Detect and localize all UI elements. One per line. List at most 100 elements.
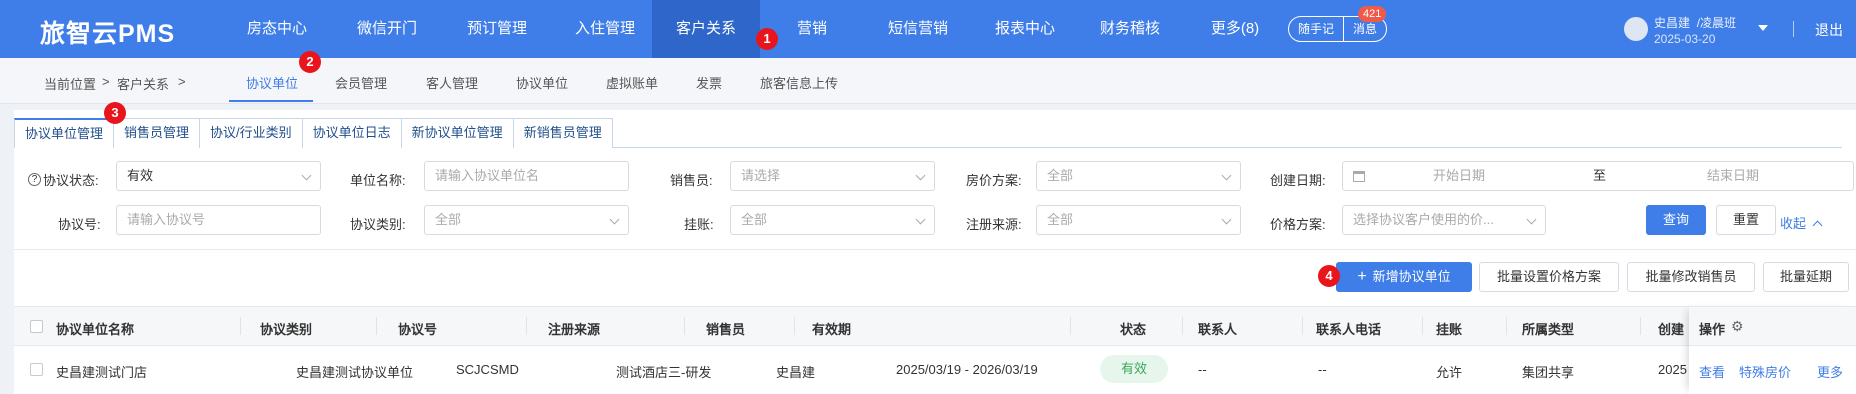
col-contact-phone[interactable]: 联系人电话 (1316, 319, 1381, 338)
status-value: 有效 (127, 168, 154, 183)
main-panel: 协议单位管理 销售员管理 协议/行业类别 协议单位日志 新协议单位管理 新销售员… (14, 110, 1856, 394)
salesperson-select[interactable]: 请选择 (730, 161, 935, 191)
user-date: 2025-03-20 (1654, 32, 1716, 46)
nav-more[interactable]: 更多(8) (1190, 0, 1280, 58)
agreement-type-value: 全部 (435, 212, 462, 227)
nav-checkin[interactable]: 入住管理 (560, 0, 650, 58)
collapse-link[interactable]: 收起 (1780, 213, 1823, 232)
add-agreement-unit-button[interactable]: + 新增协议单位 (1336, 262, 1472, 292)
tab-agreement-unit-mgmt[interactable]: 协议单位管理 (14, 118, 115, 148)
nav-finance-audit[interactable]: 财务稽核 (1085, 0, 1175, 58)
chevron-down-icon (1221, 214, 1232, 225)
nav-marketing[interactable]: 营销 (780, 0, 844, 58)
nav-reports[interactable]: 报表中心 (980, 0, 1070, 58)
tab-new-agreement-unit-mgmt[interactable]: 新协议单位管理 (400, 118, 514, 148)
price-plan-select[interactable]: 选择协议客户使用的价... (1342, 205, 1546, 235)
divider (1793, 21, 1794, 37)
status-select[interactable]: 有效 (116, 161, 321, 191)
cell-created: 2025 (1658, 362, 1687, 377)
cell-contact: -- (1198, 362, 1207, 377)
query-button[interactable]: 查询 (1646, 205, 1706, 235)
col-unit-name[interactable]: 协议单位名称 (56, 319, 134, 338)
subtab-agreement-unit-2[interactable]: 协议单位 (516, 73, 568, 92)
unit-name-label: 单位名称: (350, 173, 406, 188)
notes-button[interactable]: 随手记 (1289, 17, 1343, 41)
room-rate-value: 全部 (1047, 168, 1074, 183)
status-label: ? 协议状态: (28, 170, 99, 189)
table-header: 协议单位名称 协议类别 协议号 注册来源 销售员 有效期 状态 联系人 联系人电… (14, 306, 1856, 346)
cell-agreement-type: 史昌建测试协议单位 (296, 365, 414, 380)
nav-reservation[interactable]: 预订管理 (452, 0, 542, 58)
nav-wechat-door[interactable]: 微信开门 (342, 0, 432, 58)
col-contact[interactable]: 联系人 (1198, 319, 1237, 338)
col-salesperson[interactable]: 销售员 (706, 319, 745, 338)
select-all-checkbox[interactable] (30, 320, 43, 333)
divider (1422, 317, 1423, 335)
divider (1302, 317, 1303, 335)
breadcrumb-sep: > (102, 74, 110, 89)
batch-salesperson-button[interactable]: 批量修改销售员 (1627, 262, 1755, 292)
chevron-down-icon (915, 170, 926, 181)
marker-1: 1 (756, 28, 778, 50)
avatar[interactable] (1624, 17, 1648, 41)
room-rate-select[interactable]: 全部 (1036, 161, 1241, 191)
nav-room-status[interactable]: 房态中心 (232, 0, 322, 58)
reg-source-select[interactable]: 全部 (1036, 205, 1241, 235)
user-shift: /凌晨班 (1696, 16, 1737, 30)
more-link[interactable]: 更多 (1817, 362, 1843, 381)
chevron-down-icon (915, 214, 926, 225)
col-agreement-type[interactable]: 协议类别 (260, 319, 312, 338)
cell-belong-type: 集团共享 (1522, 365, 1575, 380)
app-logo: 旅智云PMS (40, 20, 176, 48)
chevron-down-icon (609, 214, 620, 225)
col-agreement-no[interactable]: 协议号 (398, 319, 437, 338)
cell-contact-phone: -- (1318, 362, 1327, 377)
col-created[interactable]: 创建 (1658, 319, 1684, 338)
nav-sms-marketing[interactable]: 短信营销 (870, 0, 966, 58)
end-date-placeholder: 结束日期 (1707, 168, 1760, 183)
created-date-range[interactable]: 开始日期 至 结束日期 (1342, 161, 1854, 191)
subtab-virtual-bill[interactable]: 虚拟账单 (606, 73, 658, 92)
subtab-traveler-upload[interactable]: 旅客信息上传 (760, 73, 838, 92)
view-link[interactable]: 查看 (1699, 362, 1725, 381)
batch-price-plan-button[interactable]: 批量设置价格方案 (1479, 262, 1619, 292)
chevron-down-icon[interactable] (1758, 25, 1768, 31)
collapse-label: 收起 (1780, 216, 1807, 231)
tab-new-salesperson-mgmt[interactable]: 新销售员管理 (512, 118, 613, 148)
agreement-type-select[interactable]: 全部 (424, 205, 629, 235)
reset-button[interactable]: 重置 (1716, 205, 1776, 235)
col-belong-type[interactable]: 所属类型 (1522, 319, 1574, 338)
col-valid-period[interactable]: 有效期 (812, 319, 851, 338)
price-plan-placeholder: 选择协议客户使用的价... (1353, 212, 1494, 227)
tab-agreement-category[interactable]: 协议/行业类别 (199, 118, 303, 148)
special-rate-link[interactable]: 特殊房价 (1739, 362, 1791, 381)
divider (376, 317, 377, 335)
row-checkbox[interactable] (30, 363, 43, 376)
salesperson-placeholder: 请选择 (741, 168, 781, 183)
tab-agreement-log[interactable]: 协议单位日志 (301, 118, 402, 148)
credit-select[interactable]: 全部 (730, 205, 935, 235)
logout-button[interactable]: 退出 (1815, 20, 1843, 40)
start-date-placeholder: 开始日期 (1433, 168, 1486, 183)
chevron-down-icon (1526, 214, 1537, 225)
subtab-invoice[interactable]: 发票 (696, 73, 722, 92)
col-status[interactable]: 状态 (1120, 319, 1146, 338)
chevron-up-icon (1812, 220, 1823, 231)
batch-extend-button[interactable]: 批量延期 (1763, 262, 1849, 292)
cell-salesperson: 史昌建 (776, 365, 816, 380)
subtab-member[interactable]: 会员管理 (335, 73, 387, 92)
credit-value: 全部 (741, 212, 768, 227)
col-reg-source[interactable]: 注册来源 (548, 319, 600, 338)
unit-name-input[interactable]: 请输入协议单位名 (424, 161, 629, 191)
subtab-guest[interactable]: 客人管理 (426, 73, 478, 92)
nav-crm[interactable]: 客户关系 (652, 0, 760, 58)
agreement-no-input[interactable]: 请输入协议号 (116, 205, 321, 235)
col-credit[interactable]: 挂账 (1436, 319, 1462, 338)
divider (1640, 317, 1641, 335)
tab-salesperson-mgmt[interactable]: 销售员管理 (113, 118, 201, 148)
gear-icon[interactable]: ⚙ (1731, 318, 1744, 335)
breadcrumb-section[interactable]: 客户关系 (117, 74, 169, 93)
breadcrumb-sep: > (178, 74, 186, 89)
subtab-agreement-unit[interactable]: 协议单位 (246, 73, 298, 92)
page-tabs: 协议单位管理 销售员管理 协议/行业类别 协议单位日志 新协议单位管理 新销售员… (14, 118, 1842, 148)
